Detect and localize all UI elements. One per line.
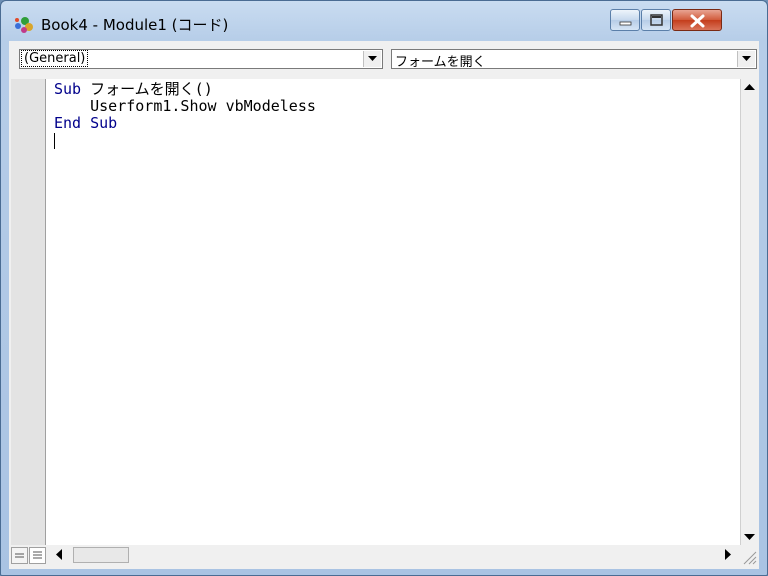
full-module-view-button[interactable]: [29, 547, 46, 564]
editor-bottom-bar: [11, 545, 757, 567]
procedure-combo[interactable]: フォームを開く: [391, 49, 757, 70]
code-toolbar: (General) フォームを開く: [9, 41, 759, 71]
code-lines: Sub フォームを開く() Userform1.Show vbModeless E…: [54, 81, 316, 149]
scroll-right-arrow-icon[interactable]: [719, 546, 736, 563]
code-text: フォームを開く(): [81, 80, 213, 98]
full-module-view-icon: [33, 551, 42, 559]
text-caret: [54, 133, 55, 149]
window-title: Book4 - Module1 (コード): [41, 16, 229, 34]
keyword: End: [54, 114, 82, 132]
code-editor[interactable]: Sub フォームを開く() Userform1.Show vbModeless E…: [46, 79, 740, 545]
title-bar[interactable]: Book4 - Module1 (コード): [1, 1, 767, 41]
chevron-down-icon: [742, 56, 751, 61]
keyword: Sub: [54, 80, 82, 98]
object-combo-value: (General): [21, 50, 89, 67]
code-line: End Sub: [54, 115, 316, 132]
code-line: Userform1.Show vbModeless: [54, 98, 316, 115]
code-line: Sub フォームを開く(): [54, 81, 316, 98]
horizontal-scrollbar[interactable]: [49, 545, 739, 565]
procedure-view-button[interactable]: [11, 547, 28, 564]
scroll-down-arrow-icon[interactable]: [741, 528, 758, 545]
minimize-button[interactable]: [610, 9, 640, 31]
resize-grip-icon[interactable]: [740, 548, 757, 565]
vertical-scrollbar[interactable]: [740, 79, 758, 545]
procedure-combo-value: フォームを開く: [395, 55, 486, 70]
horizontal-scroll-thumb[interactable]: [73, 547, 129, 563]
editor-frame: Sub フォームを開く() Userform1.Show vbModeless E…: [9, 71, 759, 569]
close-button[interactable]: [672, 9, 722, 31]
object-combo-dropdown[interactable]: [363, 51, 381, 67]
keyword: Sub: [90, 114, 118, 132]
maximize-icon: [650, 14, 663, 26]
vba-project-icon: [15, 17, 33, 33]
scroll-left-arrow-icon[interactable]: [51, 546, 68, 563]
procedure-view-icon: [15, 553, 24, 558]
scroll-up-arrow-icon[interactable]: [741, 79, 758, 96]
code-window: Book4 - Module1 (コード) (General) フォームを開く: [0, 0, 768, 576]
minimize-icon: [619, 21, 632, 26]
procedure-combo-dropdown[interactable]: [737, 51, 755, 67]
margin-indicator-bar[interactable]: [11, 79, 46, 545]
chevron-down-icon: [368, 56, 377, 61]
maximize-button[interactable]: [641, 9, 671, 31]
close-icon: [690, 14, 705, 28]
code-text: Userform1.Show vbModeless: [90, 97, 316, 115]
code-line: [54, 132, 316, 149]
object-combo[interactable]: (General): [19, 49, 383, 69]
